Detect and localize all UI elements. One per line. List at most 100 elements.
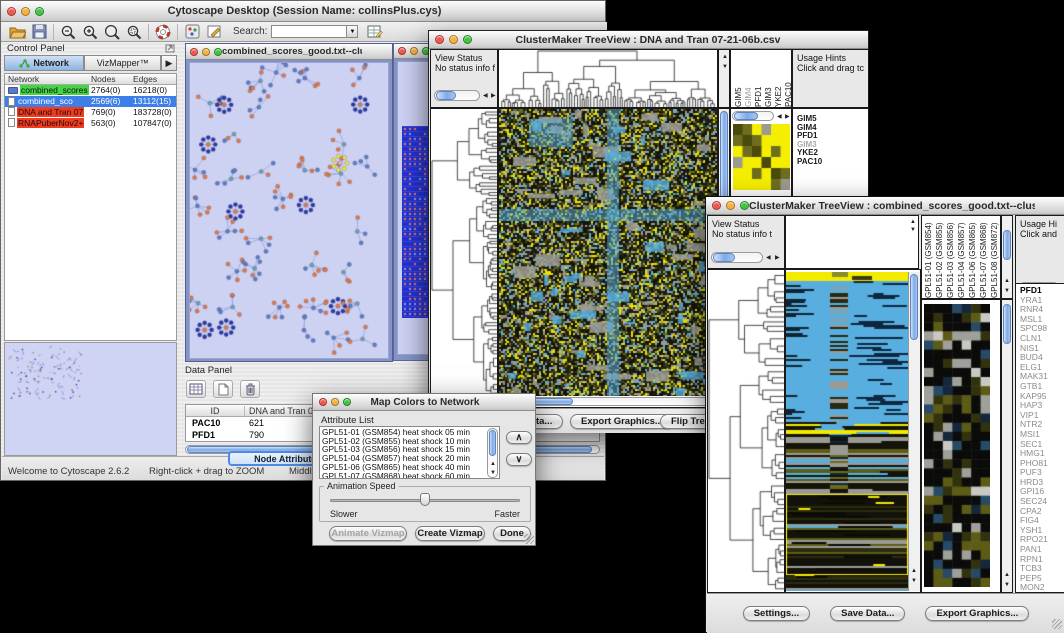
tv2-row-dendrogram[interactable] [707, 269, 785, 593]
minimize-button[interactable] [449, 35, 458, 44]
minimize-button[interactable] [726, 201, 735, 210]
tv1-row-tree-canvas[interactable] [431, 109, 497, 398]
close-button[interactable] [7, 7, 16, 16]
minimize-button[interactable] [21, 7, 30, 16]
animate-vizmap-button[interactable]: Animate Vizmap [329, 526, 407, 541]
scroll-up-icon[interactable]: ▲ [1004, 572, 1010, 578]
scroll-up-icon[interactable]: ▲ [722, 54, 728, 60]
tv1-gene-label[interactable]: PAC10 [797, 158, 868, 167]
tv2-column-dendrogram-area[interactable]: ▲ ▼ [785, 215, 919, 269]
delete-attribute-trash-icon[interactable] [240, 380, 260, 398]
tv1-row-dendrogram[interactable] [430, 108, 498, 408]
tv2-heatmap-vscrollbar[interactable]: ▲ ▼ [908, 272, 920, 591]
tv2-footer-button[interactable]: Settings... [743, 606, 810, 621]
network-overview-canvas[interactable] [5, 343, 176, 455]
edit-network-icon[interactable] [203, 22, 225, 41]
open-session-icon[interactable] [6, 22, 28, 41]
tv2-row-tree-canvas[interactable] [708, 270, 784, 592]
minimize-button[interactable] [331, 398, 339, 406]
col-header-edges[interactable]: Edges [133, 74, 176, 84]
network-row[interactable]: combined_scores2764(0)16218(0) [5, 85, 176, 96]
scroll-right-icon[interactable]: ▶ [785, 114, 790, 120]
resize-grip[interactable] [524, 534, 534, 544]
zoom-selected-icon[interactable] [101, 22, 123, 41]
minimize-button[interactable] [410, 47, 418, 55]
zoom-in-icon[interactable] [79, 22, 101, 41]
select-attributes-icon[interactable] [186, 380, 206, 398]
network-graph-canvas[interactable] [190, 63, 388, 358]
tv2-zoom-view-panel[interactable] [921, 299, 1001, 593]
plugins-panel-icon[interactable] [181, 22, 203, 41]
tv1-footer-button[interactable]: Export Graphics... [570, 414, 674, 429]
scroll-left-icon[interactable]: ◀ [483, 93, 488, 99]
zoom-out-icon[interactable] [57, 22, 79, 41]
resize-grip[interactable] [1052, 619, 1062, 629]
scroll-up-icon[interactable]: ▲ [911, 568, 917, 574]
col-header-nodes[interactable]: Nodes [91, 74, 133, 84]
search-dropdown-icon[interactable]: ▼ [347, 25, 358, 38]
tv2-footer-button[interactable]: Save Data... [830, 606, 905, 621]
minimize-button[interactable] [202, 48, 210, 56]
window-controls[interactable] [1, 7, 44, 16]
tab-overflow-icon[interactable]: ▶ [161, 55, 177, 71]
zoom-button[interactable] [343, 398, 351, 406]
attribute-list-item[interactable]: GPL51-07 (GSM868) heat shock 60 min [320, 472, 499, 479]
tv2-gene-label[interactable]: MON2 [1020, 583, 1064, 593]
tv1-column-dendrogram[interactable] [498, 49, 718, 108]
close-button[interactable] [319, 398, 327, 406]
scroll-right-icon[interactable]: ▶ [491, 93, 496, 99]
scroll-down-icon[interactable]: ▼ [1004, 288, 1010, 294]
scroll-right-icon[interactable]: ▶ [775, 255, 780, 261]
tv1-status-scrollbar[interactable] [434, 90, 480, 101]
scroll-up-icon[interactable]: ▲ [1004, 278, 1010, 284]
scroll-left-icon[interactable]: ◀ [777, 114, 782, 120]
attribute-list-item[interactable]: GPL51-03 (GSM856) heat shock 15 min [320, 445, 499, 454]
tv2-zoom-heatmap-canvas[interactable] [924, 304, 990, 587]
tv2-status-scrollbar[interactable] [711, 252, 763, 263]
scroll-down-icon[interactable]: ▼ [1004, 582, 1010, 588]
tv1-heatmap-canvas[interactable] [499, 109, 717, 396]
new-attribute-icon[interactable] [213, 380, 233, 398]
attribute-list-item[interactable]: GPL51-01 (GSM854) heat shock 05 min [320, 428, 499, 437]
scroll-up-icon[interactable]: ▲ [490, 461, 496, 467]
tv2-heatmap-canvas[interactable] [786, 272, 908, 591]
tv2-collabel-vscrollbar[interactable]: ▲ ▼ [1001, 215, 1013, 299]
close-button[interactable] [712, 201, 721, 210]
zoom-button[interactable] [35, 7, 44, 16]
scroll-up-icon[interactable]: ▲ [910, 219, 916, 225]
attribute-list-vscrollbar[interactable]: ▲ ▼ [487, 428, 498, 478]
network-canvas-1[interactable] [189, 62, 389, 359]
tv2-heatmap-panel[interactable]: ▲ ▼ [785, 269, 921, 593]
attribute-list-item[interactable]: GPL51-04 (GSM857) heat shock 20 min [320, 454, 499, 463]
network-row[interactable]: combined_sco2569(6)13112(15) [5, 96, 176, 107]
col-header-network[interactable]: Network [5, 74, 91, 84]
attribute-listbox[interactable]: GPL51-01 (GSM854) heat shock 05 min GPL51… [319, 426, 500, 479]
close-button[interactable] [435, 35, 444, 44]
attribute-list-item[interactable]: GPL51-06 (GSM865) heat shock 40 min [320, 463, 499, 472]
scroll-down-icon[interactable]: ▼ [490, 470, 496, 476]
help-lifebuoy-icon[interactable] [152, 22, 174, 41]
zoom-button[interactable] [740, 201, 749, 210]
tv2-footer-button[interactable]: Export Graphics... [925, 606, 1029, 621]
zoom-button[interactable] [463, 35, 472, 44]
scroll-down-icon[interactable]: ▼ [722, 64, 728, 70]
move-down-button[interactable]: ∨ [506, 453, 532, 466]
network-overview-panel[interactable] [4, 342, 177, 456]
attribute-table-icon[interactable] [364, 22, 386, 41]
zoom-button[interactable] [214, 48, 222, 56]
zoom-fit-icon[interactable] [123, 22, 145, 41]
tv1-col-scroll-strip[interactable]: ▲ ▼ [718, 49, 730, 108]
tv1-correlation-minimap[interactable] [733, 124, 790, 190]
tv1-heatmap-panel[interactable] [498, 108, 718, 408]
tab-vizmapper[interactable]: VizMapper™ [84, 55, 161, 71]
search-input[interactable] [271, 25, 347, 38]
tv1-global-hscrollbar[interactable] [732, 111, 774, 121]
create-vizmap-button[interactable]: Create Vizmap [415, 526, 485, 541]
scroll-down-icon[interactable]: ▼ [910, 227, 916, 233]
scroll-down-icon[interactable]: ▼ [911, 578, 917, 584]
network-row[interactable]: RNAPuberNov2+563(0)107847(0) [5, 117, 176, 128]
cytoscape-titlebar[interactable]: Cytoscape Desktop (Session Name: collins… [1, 1, 605, 22]
close-button[interactable] [398, 47, 406, 55]
move-up-button[interactable]: ∧ [506, 431, 532, 444]
tv1-column-tree-canvas[interactable] [499, 50, 717, 107]
